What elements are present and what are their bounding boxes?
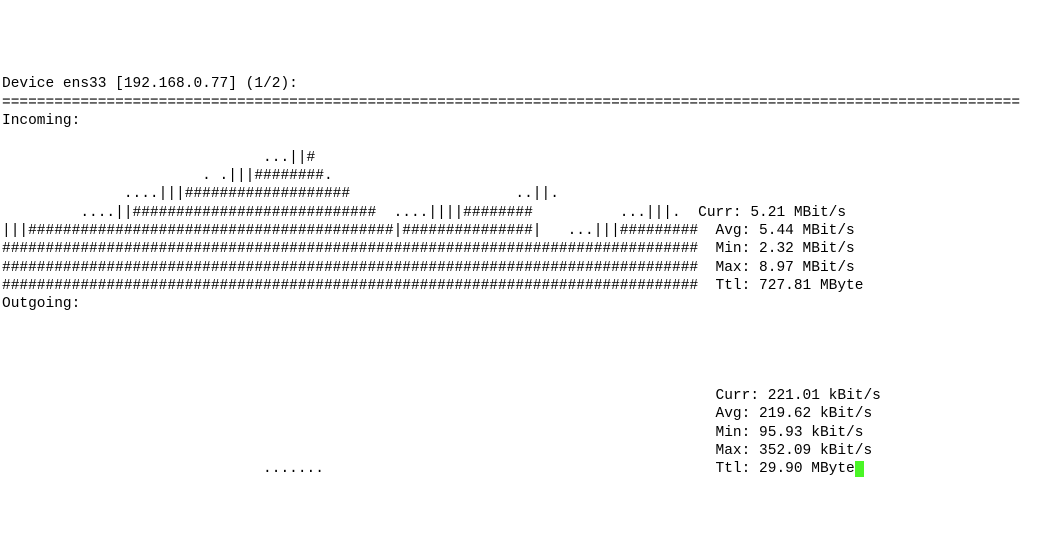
incoming-min: 2.32 MBit/s: [759, 241, 855, 257]
device-label: Device: [2, 76, 54, 92]
avg-label: Avg:: [716, 223, 751, 239]
incoming-graph-row: |||#####################################…: [2, 223, 698, 239]
ip-address: 192.168.0.77: [124, 76, 228, 92]
incoming-graph-row: . .|||########.: [2, 168, 333, 184]
incoming-avg: 5.44 MBit/s: [759, 223, 855, 239]
divider: ========================================…: [2, 95, 1020, 111]
incoming-graph-row: ...||#: [2, 150, 315, 166]
outgoing-max: 352.09 kBit/s: [759, 443, 872, 459]
terminal-cursor: [855, 461, 864, 477]
curr-label: Curr:: [716, 388, 760, 404]
outgoing-label: Outgoing:: [2, 296, 80, 312]
ttl-label: Ttl:: [716, 278, 751, 294]
incoming-graph-row: ....||############################ ....|…: [2, 205, 681, 221]
max-label: Max:: [716, 443, 751, 459]
incoming-graph-row: ########################################…: [2, 241, 698, 257]
avg-label: Avg:: [716, 406, 751, 422]
min-label: Min:: [716, 241, 751, 257]
ttl-label: Ttl:: [716, 461, 751, 477]
outgoing-graph-row: .......: [2, 461, 698, 477]
curr-label: Curr:: [698, 205, 742, 221]
outgoing-ttl: 29.90 MByte: [759, 461, 855, 477]
min-label: Min:: [716, 425, 751, 441]
incoming-max: 8.97 MBit/s: [759, 260, 855, 276]
incoming-label: Incoming:: [2, 113, 80, 129]
incoming-curr: 5.21 MBit/s: [750, 205, 846, 221]
page-indicator: 1/2: [254, 76, 280, 92]
max-label: Max:: [716, 260, 751, 276]
incoming-graph-row: ########################################…: [2, 260, 698, 276]
incoming-graph-row: ....|||################### ..||.: [2, 186, 559, 202]
outgoing-min: 95.93 kBit/s: [759, 425, 863, 441]
outgoing-curr: 221.01 kBit/s: [768, 388, 881, 404]
incoming-ttl: 727.81 MByte: [759, 278, 863, 294]
interface-name: ens33: [63, 76, 107, 92]
incoming-graph-row: ########################################…: [2, 278, 698, 294]
outgoing-avg: 219.62 kBit/s: [759, 406, 872, 422]
header-line: Device ens33 [192.168.0.77] (1/2):: [2, 76, 298, 92]
